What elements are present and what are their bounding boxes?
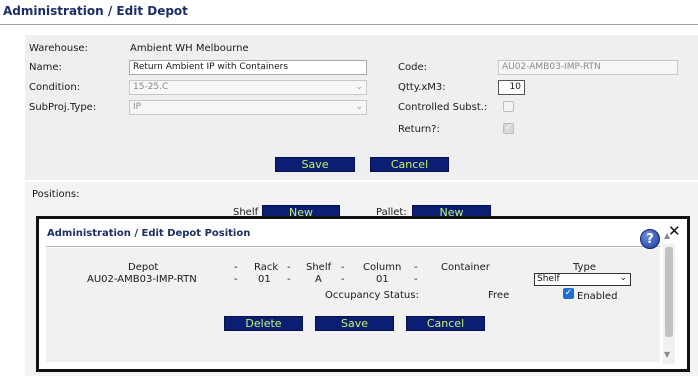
subproj-value: IP — [133, 102, 142, 112]
help-icon[interactable]: ? — [640, 229, 660, 249]
delete-button[interactable]: Delete — [224, 316, 303, 331]
type-select[interactable]: Shelf ⌄ — [534, 273, 631, 286]
return-label: Return?: — [398, 124, 440, 135]
dialog-title-divider — [46, 246, 660, 247]
separator: - — [287, 262, 291, 273]
scroll-up-icon[interactable]: ▲ — [664, 231, 670, 240]
scrollbar-thumb[interactable] — [665, 247, 673, 337]
condition-value: 15-25.C — [133, 82, 169, 92]
depot-header: Depot — [128, 262, 159, 273]
rack-header: Rack — [254, 262, 279, 273]
chevron-down-icon: ⌄ — [355, 82, 363, 92]
controlled-checkbox[interactable] — [503, 101, 514, 112]
name-label: Name: — [29, 62, 62, 73]
type-value: Shelf — [537, 274, 560, 284]
controlled-label: Controlled Subst.: — [398, 102, 488, 113]
name-field[interactable]: Return Ambient IP with Containers — [129, 60, 367, 75]
chevron-down-icon: ⌄ — [355, 102, 363, 112]
shelf-header: Shelf — [306, 262, 332, 273]
occupancy-value: Free — [488, 290, 510, 301]
qtty-field[interactable]: 10 — [498, 80, 525, 95]
separator: - — [234, 274, 238, 285]
separator: - — [341, 262, 345, 273]
enabled-label: Enabled — [577, 291, 618, 302]
page-title: Administration / Edit Depot — [3, 4, 188, 18]
type-header: Type — [573, 262, 596, 273]
separator: - — [287, 274, 291, 285]
subproj-select[interactable]: IP ⌄ — [129, 100, 367, 115]
subproj-label: SubProj.Type: — [29, 102, 97, 113]
chevron-down-icon: ⌄ — [619, 273, 627, 283]
cancel-button[interactable]: Cancel — [370, 157, 449, 172]
rack-value: 01 — [258, 274, 271, 285]
shelf-value: A — [315, 274, 322, 285]
depot-value: AU02-AMB03-IMP-RTN — [87, 274, 197, 285]
qtty-label: Qtty.xM3: — [398, 82, 446, 93]
dialog-save-button[interactable]: Save — [315, 316, 394, 331]
column-header: Column — [363, 262, 402, 273]
code-label: Code: — [398, 62, 427, 73]
condition-select[interactable]: 15-25.C ⌄ — [129, 80, 367, 95]
code-field[interactable]: AU02-AMB03-IMP-RTN — [498, 60, 678, 75]
dialog-title: Administration / Edit Depot Position — [47, 228, 251, 239]
enabled-checkbox[interactable]: ✓ — [563, 288, 574, 299]
scroll-down-icon[interactable]: ▼ — [664, 350, 670, 359]
column-value: 01 — [376, 274, 389, 285]
container-header: Container — [441, 262, 490, 273]
save-button[interactable]: Save — [275, 157, 355, 172]
positions-label: Positions: — [32, 189, 80, 200]
separator: - — [414, 274, 418, 285]
return-checkbox[interactable]: ✓ — [503, 123, 514, 134]
occupancy-label: Occupancy Status: — [325, 290, 419, 301]
condition-label: Condition: — [29, 82, 81, 93]
separator: - — [414, 262, 418, 273]
warehouse-value: Ambient WH Melbourne — [130, 43, 249, 54]
warehouse-label: Warehouse: — [29, 43, 88, 54]
separator: - — [234, 262, 238, 273]
title-divider — [0, 24, 698, 25]
dialog-cancel-button[interactable]: Cancel — [406, 316, 485, 331]
separator: - — [341, 274, 345, 285]
